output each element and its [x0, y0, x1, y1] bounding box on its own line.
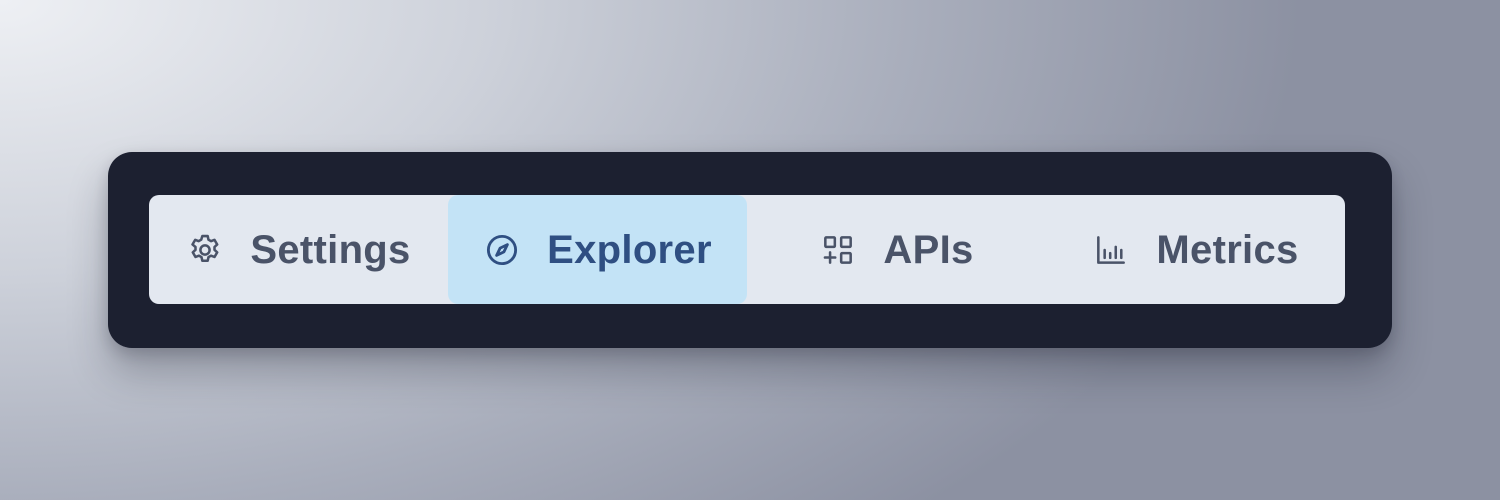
gear-icon [186, 231, 224, 269]
tab-bar-frame: Settings Explorer APIs Metrics [108, 152, 1392, 348]
tab-metrics-label: Metrics [1156, 227, 1299, 272]
tab-metrics[interactable]: Metrics [1046, 195, 1345, 304]
tab-apis[interactable]: APIs [747, 195, 1046, 304]
tab-settings[interactable]: Settings [149, 195, 448, 304]
tab-explorer-label: Explorer [547, 227, 712, 272]
grid-plus-icon [819, 231, 857, 269]
compass-icon [483, 231, 521, 269]
bar-chart-icon [1092, 231, 1130, 269]
tab-apis-label: APIs [883, 227, 974, 272]
tab-explorer[interactable]: Explorer [448, 195, 747, 304]
tab-bar: Settings Explorer APIs Metrics [149, 195, 1345, 304]
tab-settings-label: Settings [250, 227, 411, 272]
